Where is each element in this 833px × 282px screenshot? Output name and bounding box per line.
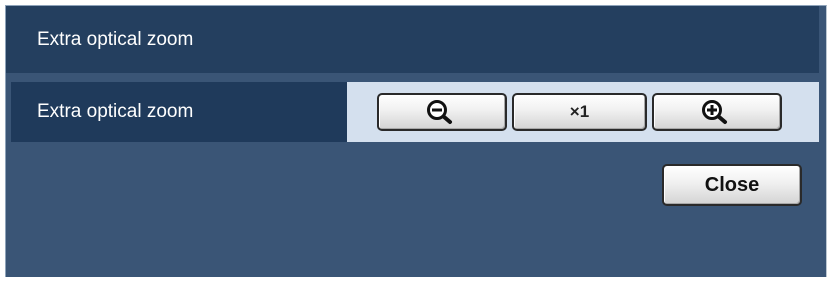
dialog-header: Extra optical zoom [6, 6, 819, 73]
close-button[interactable]: Close [662, 164, 802, 206]
zoom-in-icon [700, 99, 734, 125]
zoom-in-button[interactable] [652, 93, 782, 131]
zoom-out-button[interactable] [377, 93, 507, 131]
zoom-reset-label: ×1 [569, 102, 590, 121]
zoom-reset-button[interactable]: ×1 [512, 93, 647, 131]
close-button-label: Close [704, 173, 760, 196]
extra-optical-zoom-dialog: Extra optical zoom Extra optical zoom ×1 [0, 0, 833, 282]
dialog-title: Extra optical zoom [37, 28, 194, 50]
zoom-out-icon [425, 99, 459, 125]
zoom-setting-label: Extra optical zoom [11, 82, 347, 142]
zoom-controls: ×1 [347, 82, 819, 142]
zoom-setting-row: Extra optical zoom ×1 [11, 82, 819, 142]
